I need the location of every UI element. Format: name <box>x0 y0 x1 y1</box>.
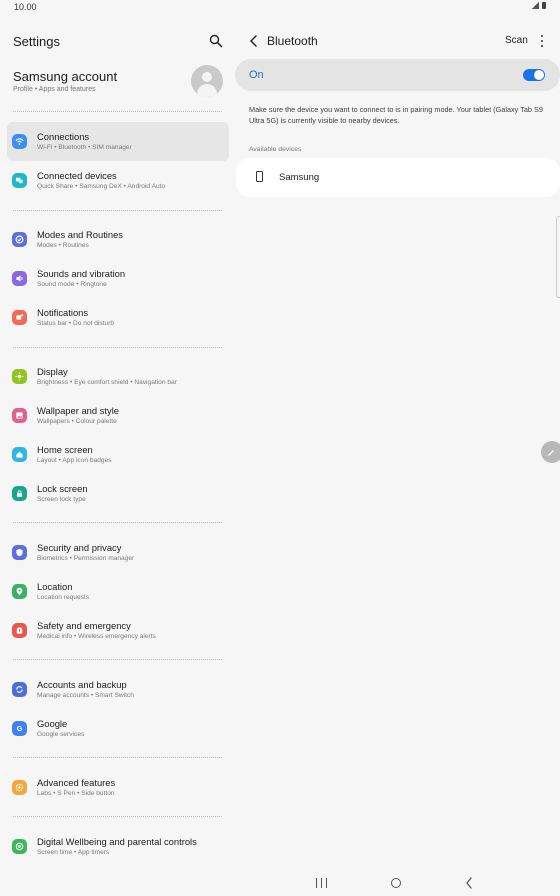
settings-item-display[interactable]: Display Brightness • Eye comfort shield •… <box>7 357 229 396</box>
settings-item-title: Home screen <box>37 444 93 455</box>
settings-item-subtitle: Brightness • Eye comfort shield • Naviga… <box>37 379 177 386</box>
settings-item-title: Location <box>37 581 73 592</box>
settings-item-title: Lock screen <box>37 483 88 494</box>
settings-item-subtitle: Screen time • App timers <box>37 849 110 856</box>
settings-item-subtitle: Sound mode • Ringtone <box>37 281 107 288</box>
settings-item-title: Display <box>37 366 68 377</box>
settings-item-modes[interactable]: Modes and Routines Modes • Routines <box>7 220 229 259</box>
settings-item-title: Wallpaper and style <box>37 405 119 416</box>
account-name: Samsung account <box>13 69 118 84</box>
settings-item-subtitle: Wi-Fi • Bluetooth • SIM manager <box>37 144 132 151</box>
settings-item-title: Accounts and backup <box>37 679 127 690</box>
settings-item-advanced[interactable]: Advanced features Labs • S Pen • Side but… <box>7 768 229 807</box>
back-arrow-icon[interactable] <box>248 34 260 48</box>
settings-item-lock-screen[interactable]: Lock screen Screen lock type <box>7 474 229 513</box>
settings-item-safety[interactable]: Safety and emergency Medical info • Wirel… <box>7 611 229 650</box>
settings-item-title: Advanced features <box>37 777 116 788</box>
wifi-icon <box>12 134 27 149</box>
page-title: Settings <box>13 34 60 49</box>
bluetooth-toggle-row[interactable]: On <box>235 59 560 91</box>
search-icon[interactable] <box>209 34 223 48</box>
settings-item-accounts[interactable]: Accounts and backup Manage accounts • Sma… <box>7 670 229 709</box>
settings-item-title: Safety and emergency <box>37 620 131 631</box>
recents-button[interactable] <box>316 878 327 888</box>
bluetooth-title: Bluetooth <box>267 34 318 48</box>
settings-item-title: Notifications <box>37 307 89 318</box>
bell-icon <box>12 310 27 325</box>
more-options-icon[interactable] <box>539 35 545 47</box>
settings-item-subtitle: Status bar • Do not disturb <box>37 320 115 327</box>
shield-icon <box>12 545 27 560</box>
settings-item-title: Security and privacy <box>37 542 122 553</box>
section-divider <box>13 111 222 112</box>
settings-item-wallpaper[interactable]: Wallpaper and style Wallpapers • Colour p… <box>7 396 229 435</box>
svg-text:G: G <box>17 724 23 733</box>
settings-item-title: Sounds and vibration <box>37 268 126 279</box>
section-divider <box>13 757 222 758</box>
location-pin-icon <box>12 584 27 599</box>
settings-item-subtitle: Quick Share • Samsung DeX • Android Auto <box>37 183 166 190</box>
bluetooth-switch[interactable] <box>523 69 545 81</box>
home-button[interactable] <box>391 878 401 888</box>
available-devices-header: Available devices <box>249 146 302 153</box>
settings-item-home-screen[interactable]: Home screen Layout • App icon badges <box>7 435 229 474</box>
scan-button[interactable]: Scan <box>505 35 528 46</box>
settings-item-title: Modes and Routines <box>37 229 123 240</box>
settings-item-subtitle: Labs • S Pen • Side button <box>37 790 115 797</box>
devices-icon <box>12 173 27 188</box>
settings-item-subtitle: Manage accounts • Smart Switch <box>37 692 134 699</box>
gear-plus-icon <box>12 780 27 795</box>
image-icon <box>12 408 27 423</box>
bluetooth-panel <box>236 0 560 896</box>
settings-item-subtitle: Location requests <box>37 594 90 601</box>
device-item-samsung[interactable]: Samsung <box>236 158 560 197</box>
speaker-icon <box>12 271 27 286</box>
wellbeing-icon <box>12 839 27 854</box>
settings-item-security[interactable]: Security and privacy Biometrics • Permiss… <box>7 533 229 572</box>
section-divider <box>13 347 222 348</box>
settings-item-sounds[interactable]: Sounds and vibration Sound mode • Rington… <box>7 259 229 298</box>
settings-item-subtitle: Modes • Routines <box>37 242 89 249</box>
settings-item-title: Google <box>37 718 68 729</box>
toggle-label: On <box>249 69 264 81</box>
settings-item-subtitle: Screen lock type <box>37 496 86 503</box>
settings-item-connections[interactable]: Connections Wi-Fi • Bluetooth • SIM manag… <box>7 122 229 161</box>
section-divider <box>13 210 222 211</box>
account-subtitle: Profile • Apps and features <box>13 86 96 93</box>
lock-icon <box>12 486 27 501</box>
nav-back-button[interactable] <box>465 877 473 889</box>
tablet-icon <box>256 171 263 182</box>
google-icon: G <box>12 721 27 736</box>
sync-icon <box>12 682 27 697</box>
settings-item-subtitle: Medical info • Wireless emergency alerts <box>37 633 156 640</box>
avatar[interactable] <box>191 65 223 97</box>
check-circle-icon <box>12 232 27 247</box>
section-divider <box>13 659 222 660</box>
edge-panel-handle[interactable] <box>541 441 560 463</box>
pairing-info-text: Make sure the device you want to connect… <box>249 105 543 125</box>
settings-item-title: Connections <box>37 131 90 142</box>
scroll-handle[interactable] <box>556 216 560 298</box>
settings-item-subtitle: Biometrics • Permission manager <box>37 555 135 562</box>
settings-item-subtitle: Wallpapers • Colour palette <box>37 418 117 425</box>
settings-panel: Settings Samsung account Profile • Apps … <box>0 0 236 896</box>
settings-item-google[interactable]: G Google Google services <box>7 709 229 748</box>
settings-item-location[interactable]: Location Location requests <box>7 572 229 611</box>
settings-item-title: Digital Wellbeing and parental controls <box>37 836 197 847</box>
alert-icon <box>12 623 27 638</box>
section-divider <box>13 522 222 523</box>
settings-item-subtitle: Google services <box>37 731 85 738</box>
settings-item-wellbeing[interactable]: Digital Wellbeing and parental controls S… <box>7 827 229 866</box>
pen-icon <box>548 450 554 456</box>
settings-item-connected-devices[interactable]: Connected devices Quick Share • Samsung D… <box>7 161 229 200</box>
settings-item-title: Connected devices <box>37 170 117 181</box>
settings-item-notifications[interactable]: Notifications Status bar • Do not disturb <box>7 298 229 337</box>
settings-item-subtitle: Layout • App icon badges <box>37 457 112 464</box>
sun-icon <box>12 369 27 384</box>
device-name: Samsung <box>279 172 320 183</box>
section-divider <box>13 816 222 817</box>
home-icon <box>12 447 27 462</box>
